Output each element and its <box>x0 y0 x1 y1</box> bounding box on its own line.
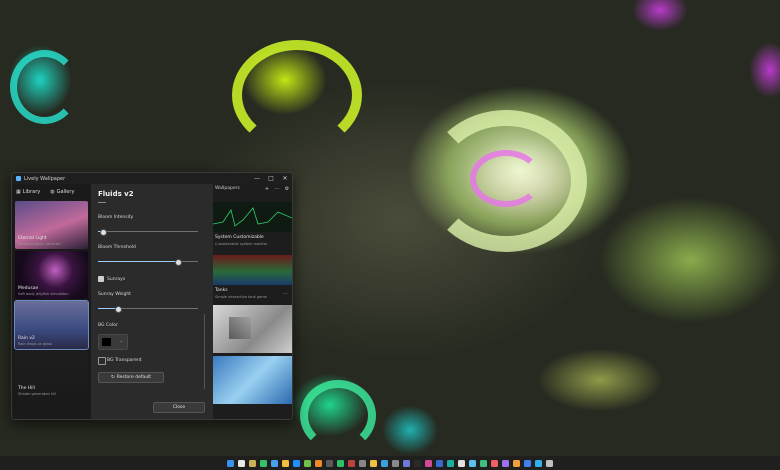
taskbar-app-icon[interactable] <box>227 459 234 467</box>
nav-tabs: ▦ Library ◍ Gallery <box>12 184 91 200</box>
gallery-card-tanks[interactable] <box>213 255 292 285</box>
bloom-intensity-thumb[interactable] <box>100 228 107 236</box>
minimize-button[interactable]: — <box>250 175 264 182</box>
bg-color-label: BG Color <box>98 323 118 328</box>
taskbar-app-icon[interactable] <box>392 459 399 467</box>
taskbar-app-icon[interactable] <box>359 459 366 467</box>
swirl-green-bottom <box>300 380 376 451</box>
close-button[interactable]: Close <box>153 402 205 413</box>
sunrays-checkbox[interactable] <box>98 276 104 282</box>
taskbar-app-icon[interactable] <box>524 459 531 467</box>
taskbar-app-icon[interactable] <box>546 459 553 467</box>
swirl-pink <box>470 150 542 207</box>
customize-panel: Fluids v2 Bloom Intensity Bloom Threshol… <box>91 184 214 419</box>
taskbar-app-icon[interactable] <box>414 459 421 467</box>
title-underline <box>98 202 106 203</box>
lively-window: Lively Wallpaper — □ ✕ ▦ Library ◍ Gallery… <box>11 172 293 420</box>
bloom-threshold-slider[interactable] <box>98 258 198 266</box>
sunray-weight-thumb[interactable] <box>115 305 122 313</box>
taskbar-app-icon[interactable] <box>502 459 509 467</box>
bg-color-picker[interactable]: ⌄ <box>98 334 128 350</box>
app-icon <box>16 176 21 181</box>
grid-icon: ▦ <box>16 189 21 195</box>
taskbar-app-icon[interactable] <box>480 459 487 467</box>
tab-gallery[interactable]: ◍ Gallery <box>50 188 74 196</box>
system-card-subtitle: Customizable system monitor <box>215 242 268 246</box>
taskbar-app-icon[interactable] <box>513 459 520 467</box>
taskbar-app-icon[interactable] <box>425 459 432 467</box>
globe-icon: ◍ <box>50 189 55 195</box>
taskbar-app-icon[interactable] <box>238 459 245 467</box>
refresh-icon: ↻ <box>110 375 115 380</box>
wallpaper-card-the-hill[interactable]: The Hill Shader generated hill <box>15 351 88 399</box>
tanks-card-subtitle: Simple interactive tank game <box>215 295 267 299</box>
more-icon[interactable]: ⋯ <box>272 186 282 192</box>
taskbar-app-icon[interactable] <box>337 459 344 467</box>
gallery-card-blue[interactable] <box>213 356 292 404</box>
taskbar-app-icon[interactable] <box>469 459 476 467</box>
sunray-weight-slider[interactable] <box>98 305 198 313</box>
gallery-area: Wallpapers + ⋯ ⚙ System Customizable Cus… <box>213 184 292 419</box>
gallery-header-label: Wallpapers <box>215 186 240 191</box>
tab-library[interactable]: ▦ Library <box>16 188 40 196</box>
bloom-intensity-slider[interactable] <box>98 228 198 236</box>
swirl-teal <box>10 50 79 124</box>
taskbar-app-icon[interactable] <box>282 459 289 467</box>
sunray-weight-label: Sunray Weight <box>98 292 131 297</box>
sidebar: ▦ Library ◍ Gallery Eternal Light Rotating… <box>12 184 91 419</box>
taskbar-app-icon[interactable] <box>381 459 388 467</box>
taskbar-app-icon[interactable] <box>491 459 498 467</box>
gallery-card-glass[interactable] <box>213 305 292 353</box>
gallery-card-system[interactable] <box>213 202 292 232</box>
tanks-more-icon[interactable]: ⋯ <box>283 291 288 297</box>
system-graph <box>213 207 292 227</box>
gallery-header: Wallpapers + ⋯ ⚙ <box>213 184 292 193</box>
taskbar-app-icon[interactable] <box>458 459 465 467</box>
chevron-down-icon: ⌄ <box>119 338 123 343</box>
panel-scrollbar[interactable] <box>204 314 205 389</box>
taskbar-app-icon[interactable] <box>326 459 333 467</box>
taskbar-app-icon[interactable] <box>293 459 300 467</box>
bg-color-swatch <box>102 338 111 346</box>
bg-transparent-label: BG Transparent <box>107 358 142 363</box>
restore-default-button[interactable]: ↻ Restore default <box>98 372 164 383</box>
bloom-threshold-thumb[interactable] <box>175 258 182 266</box>
window-title: Lively Wallpaper <box>24 175 66 182</box>
panel-title: Fluids v2 <box>98 190 134 198</box>
taskbar-app-icon[interactable] <box>348 459 355 467</box>
taskbar-app-icon[interactable] <box>315 459 322 467</box>
wallpaper-card-rain[interactable]: Rain v2 Rain drops on glass <box>14 300 89 350</box>
bloom-threshold-fill <box>98 261 178 262</box>
bg-transparent-checkbox[interactable] <box>98 357 106 365</box>
taskbar <box>0 456 780 470</box>
glass-cube <box>229 317 251 339</box>
system-card-title: System Customizable <box>215 235 264 240</box>
taskbar-app-icon[interactable] <box>249 459 256 467</box>
bloom-intensity-label: Bloom Intensity <box>98 215 134 220</box>
taskbar-app-icon[interactable] <box>304 459 311 467</box>
close-window-button[interactable]: ✕ <box>278 175 292 182</box>
bloom-threshold-label: Bloom Threshold <box>98 245 136 250</box>
sunrays-label: Sunrays <box>107 277 126 282</box>
taskbar-app-icon[interactable] <box>370 459 377 467</box>
title-bar: Lively Wallpaper — □ ✕ <box>12 173 292 184</box>
tanks-card-title: Tanks <box>215 288 228 293</box>
taskbar-app-icon[interactable] <box>271 459 278 467</box>
settings-icon[interactable]: ⚙ <box>282 186 292 192</box>
add-icon[interactable]: + <box>262 186 272 192</box>
wallpaper-card-eternal-light[interactable]: Eternal Light Rotating lights, particles <box>15 201 88 249</box>
taskbar-app-icon[interactable] <box>436 459 443 467</box>
taskbar-app-icon[interactable] <box>403 459 410 467</box>
taskbar-app-icon[interactable] <box>260 459 267 467</box>
maximize-button[interactable]: □ <box>264 175 278 182</box>
taskbar-app-icon[interactable] <box>447 459 454 467</box>
taskbar-app-icon[interactable] <box>535 459 542 467</box>
wallpaper-card-medusae[interactable]: Medusae Soft body jellyfish simulation <box>15 251 88 299</box>
swirl-yellow <box>232 40 362 150</box>
